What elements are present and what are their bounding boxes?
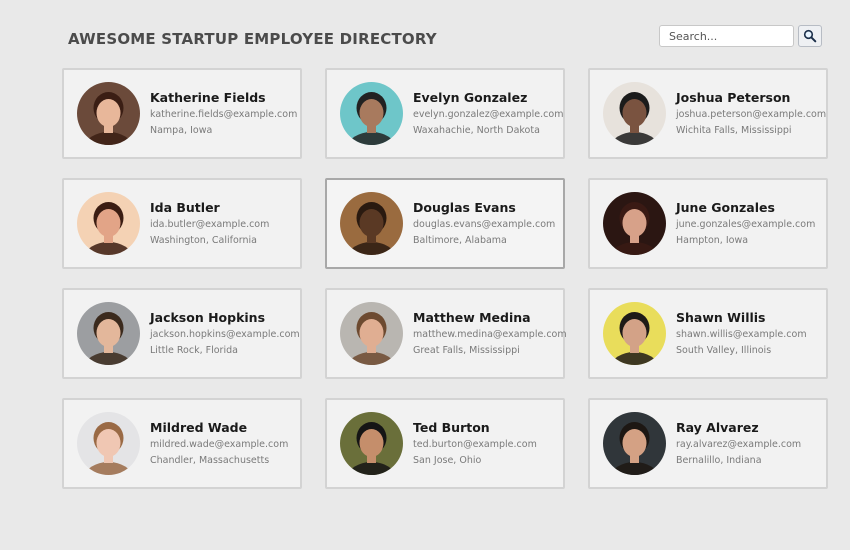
avatar: [340, 302, 403, 365]
employee-card[interactable]: Ray Alvarez ray.alvarez@example.com Bernal…: [588, 398, 828, 489]
avatar: [603, 412, 666, 475]
employee-name: Douglas Evans: [413, 199, 516, 215]
avatar: [340, 412, 403, 475]
employee-info: Katherine Fields katherine.fields@example…: [150, 89, 298, 136]
employee-name: Ray Alvarez: [676, 419, 759, 435]
employee-card[interactable]: Ted Burton ted.burton@example.com San Jose…: [325, 398, 565, 489]
employee-location: Bernalillo, Indiana: [676, 454, 762, 466]
employee-info: Ted Burton ted.burton@example.com San Jose…: [413, 419, 537, 466]
search-input[interactable]: [659, 25, 794, 47]
employee-card[interactable]: Matthew Medina matthew.medina@example.com…: [325, 288, 567, 379]
avatar: [340, 192, 403, 255]
employee-name: Ida Butler: [150, 199, 220, 215]
employee-name: Evelyn Gonzalez: [413, 89, 528, 105]
employee-email: matthew.medina@example.com: [413, 329, 567, 341]
employee-location: South Valley, Illinois: [676, 344, 772, 356]
employee-grid: Katherine Fields katherine.fields@example…: [62, 68, 828, 489]
employee-location: Little Rock, Florida: [150, 344, 238, 356]
search-button[interactable]: [798, 25, 822, 47]
employee-info: June Gonzales june.gonzales@example.com Ha…: [676, 199, 816, 246]
avatar: [603, 82, 666, 145]
employee-location: Baltimore, Alabama: [413, 234, 507, 246]
employee-location: Chandler, Massachusetts: [150, 454, 270, 466]
employee-name: Jackson Hopkins: [150, 309, 266, 325]
employee-email: ida.butler@example.com: [150, 219, 270, 231]
employee-name: Mildred Wade: [150, 419, 248, 435]
employee-location: Waxahachie, North Dakota: [413, 124, 540, 136]
employee-card[interactable]: Ida Butler ida.butler@example.com Washingt…: [62, 178, 302, 269]
employee-location: Wichita Falls, Mississippi: [676, 124, 792, 136]
avatar: [77, 192, 140, 255]
employee-name: Katherine Fields: [150, 89, 266, 105]
employee-card[interactable]: Jackson Hopkins jackson.hopkins@example.c…: [62, 288, 302, 379]
employee-card[interactable]: Joshua Peterson joshua.peterson@example.c…: [588, 68, 828, 159]
employee-info: Douglas Evans douglas.evans@example.com Ba…: [413, 199, 556, 246]
search-form: [659, 25, 822, 47]
employee-email: ted.burton@example.com: [413, 439, 537, 451]
employee-email: shawn.willis@example.com: [676, 329, 807, 341]
employee-name: June Gonzales: [676, 199, 775, 215]
employee-email: evelyn.gonzalez@example.com: [413, 109, 564, 121]
page-title: AWESOME STARTUP EMPLOYEE DIRECTORY: [68, 30, 437, 48]
employee-location: Nampa, Iowa: [150, 124, 213, 136]
employee-email: jackson.hopkins@example.com: [150, 329, 300, 341]
avatar: [603, 302, 666, 365]
avatar: [77, 302, 140, 365]
avatar: [603, 192, 666, 255]
employee-card[interactable]: June Gonzales june.gonzales@example.com Ha…: [588, 178, 828, 269]
avatar: [77, 82, 140, 145]
employee-email: katherine.fields@example.com: [150, 109, 298, 121]
employee-email: june.gonzales@example.com: [676, 219, 816, 231]
employee-location: San Jose, Ohio: [413, 454, 482, 466]
employee-card[interactable]: Katherine Fields katherine.fields@example…: [62, 68, 302, 159]
avatar: [77, 412, 140, 475]
employee-email: joshua.peterson@example.com: [676, 109, 827, 121]
employee-name: Ted Burton: [413, 419, 490, 435]
employee-email: douglas.evans@example.com: [413, 219, 556, 231]
employee-info: Evelyn Gonzalez evelyn.gonzalez@example.c…: [413, 89, 564, 136]
employee-card[interactable]: Shawn Willis shawn.willis@example.com Sout…: [588, 288, 828, 379]
employee-info: Jackson Hopkins jackson.hopkins@example.c…: [150, 309, 300, 356]
employee-location: Hampton, Iowa: [676, 234, 749, 246]
employee-email: mildred.wade@example.com: [150, 439, 289, 451]
employee-card[interactable]: Mildred Wade mildred.wade@example.com Chan…: [62, 398, 302, 489]
employee-name: Matthew Medina: [413, 309, 531, 325]
employee-location: Great Falls, Mississippi: [413, 344, 520, 356]
employee-info: Shawn Willis shawn.willis@example.com Sout…: [676, 309, 807, 356]
employee-info: Matthew Medina matthew.medina@example.com…: [413, 309, 567, 356]
employee-info: Joshua Peterson joshua.peterson@example.c…: [676, 89, 827, 136]
employee-location: Washington, California: [150, 234, 257, 246]
employee-card[interactable]: Evelyn Gonzalez evelyn.gonzalez@example.c…: [325, 68, 565, 159]
avatar: [340, 82, 403, 145]
magnifier-icon: [803, 29, 817, 43]
employee-info: Ida Butler ida.butler@example.com Washingt…: [150, 199, 270, 246]
employee-email: ray.alvarez@example.com: [676, 439, 802, 451]
employee-info: Ray Alvarez ray.alvarez@example.com Bernal…: [676, 419, 802, 466]
employee-name: Shawn Willis: [676, 309, 766, 325]
employee-name: Joshua Peterson: [676, 89, 791, 105]
employee-info: Mildred Wade mildred.wade@example.com Chan…: [150, 419, 289, 466]
employee-card[interactable]: Douglas Evans douglas.evans@example.com Ba…: [325, 178, 565, 269]
